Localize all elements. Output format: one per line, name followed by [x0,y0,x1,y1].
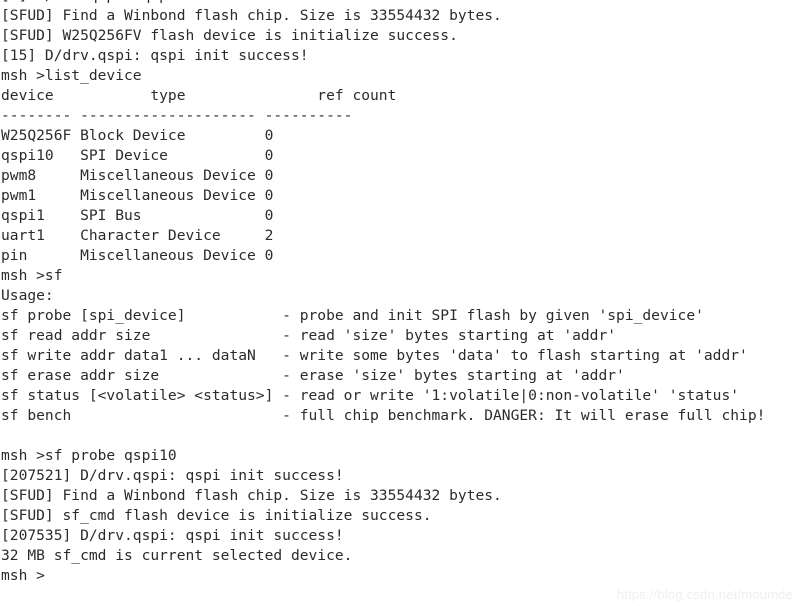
console-line: device type ref count [1,87,397,104]
console-line: -------- -------------------- ---------- [1,107,353,124]
console-line: sf probe [spi_device] - probe and init S… [1,307,704,324]
console-line: pwm1 Miscellaneous Device 0 [1,187,274,204]
console-prompt-line: msh >sf probe qspi10 [1,447,177,464]
console-line: [SFUD] Find a Winbond flash chip. Size i… [1,7,502,24]
console-line: [SFUD] sf_cmd flash device is initialize… [1,507,432,524]
watermark-text: https://blog.csdn.net/moumde [616,587,793,602]
console-line: sf write addr data1 ... dataN - write so… [1,347,748,364]
console-line: W25Q256F Block Device 0 [1,127,274,144]
console-line: [15] D/drv.qspi: qspi init success! [1,47,309,64]
console-line: sf bench - full chip benchmark. DANGER: … [1,407,766,424]
console-prompt-line: msh > [1,567,45,584]
console-line: sf status [<volatile> <status>] - read o… [1,387,740,404]
console-line: sf read addr size - read 'size' bytes st… [1,327,617,344]
terminal-window[interactable]: [1] D/drv.qspi: qspi init success![SFUD]… [0,0,799,606]
console-line: uart1 Character Device 2 [1,227,274,244]
console-line: [SFUD] W25Q256FV flash device is initial… [1,27,458,44]
console-prompt-line: msh >list_device [1,67,142,84]
console-line: qspi10 SPI Device 0 [1,147,274,164]
console-line: Usage: [1,287,54,304]
console-prompt-line: msh >sf [1,267,63,284]
console-line: pin Miscellaneous Device 0 [1,247,274,264]
console-line: 32 MB sf_cmd is current selected device. [1,547,353,564]
console-line: qspi1 SPI Bus 0 [1,207,274,224]
console-line: [207521] D/drv.qspi: qspi init success! [1,467,344,484]
console-line: [207535] D/drv.qspi: qspi init success! [1,527,344,544]
console-line: sf erase addr size - erase 'size' bytes … [1,367,625,384]
console-line: [SFUD] Find a Winbond flash chip. Size i… [1,487,502,504]
console-line: pwm8 Miscellaneous Device 0 [1,167,274,184]
console-output: [1] D/drv.qspi: qspi init success![SFUD]… [1,0,765,586]
